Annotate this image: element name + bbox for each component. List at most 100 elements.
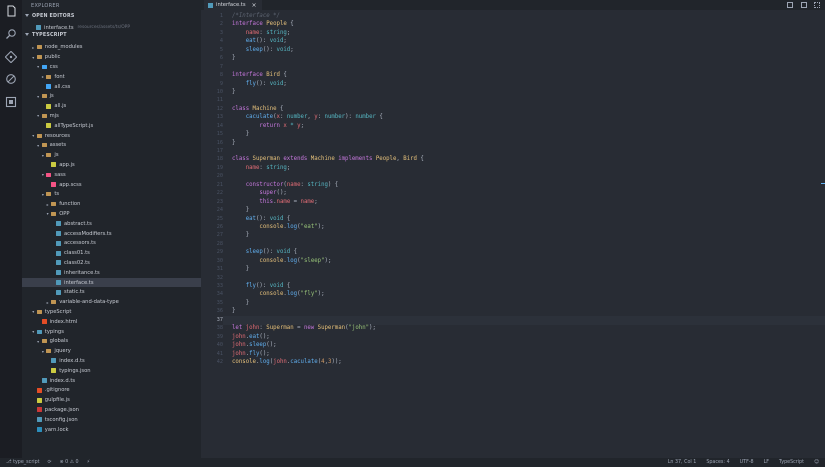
tree-file[interactable]: accessors.ts bbox=[22, 239, 201, 249]
tree-folder[interactable]: ▾ typeScript bbox=[22, 307, 201, 317]
tree-file[interactable]: app.scss bbox=[22, 180, 201, 190]
tree-folder[interactable]: ▸ function bbox=[22, 199, 201, 209]
tree-item-label: typings bbox=[44, 328, 64, 335]
tree-folder[interactable]: ▾ typings bbox=[22, 327, 201, 337]
branch-item[interactable]: ⎇ type_script bbox=[6, 460, 40, 465]
tree-file[interactable]: tsconfig.json bbox=[22, 415, 201, 425]
code-token: People bbox=[266, 21, 287, 28]
line-number: 10 bbox=[216, 88, 223, 95]
tree-file[interactable]: gulpfile.js bbox=[22, 395, 201, 405]
tree-folder[interactable]: ▾ OPP bbox=[22, 209, 201, 219]
tab-interface-ts[interactable]: interface.ts × bbox=[204, 0, 262, 10]
tree-folder[interactable]: ▾ assets bbox=[22, 141, 201, 151]
code-token: void bbox=[269, 215, 284, 222]
project-header[interactable]: TYPESCRIPT bbox=[25, 33, 67, 38]
more-icon[interactable] bbox=[814, 2, 820, 8]
split-editor-icon[interactable] bbox=[801, 2, 807, 8]
files-icon[interactable] bbox=[4, 4, 18, 18]
code-token: ; bbox=[314, 198, 318, 205]
ts-file-icon bbox=[56, 280, 61, 286]
open-editors-header[interactable]: OPEN EDITORS bbox=[25, 14, 75, 19]
encoding[interactable]: UTF-8 bbox=[740, 460, 754, 465]
tree-folder[interactable]: ▾ resources bbox=[22, 131, 201, 141]
tree-folder[interactable]: ▾ public bbox=[22, 52, 201, 62]
tree-file[interactable]: package.json bbox=[22, 405, 201, 415]
code-token: void bbox=[276, 249, 291, 256]
extensions-icon[interactable] bbox=[4, 95, 18, 109]
tree-folder[interactable]: ▾ js bbox=[22, 92, 201, 102]
search-icon[interactable] bbox=[4, 27, 18, 41]
tree-folder[interactable]: ▸ variable-and-data-type bbox=[22, 297, 201, 307]
code-line: class Superman extends Machine implement… bbox=[232, 155, 424, 163]
tree-folder[interactable]: ▾ js bbox=[22, 150, 201, 160]
code-token: /*Interface */ bbox=[232, 13, 280, 19]
typescript-file-icon bbox=[36, 25, 41, 31]
tree-file[interactable]: all.css bbox=[22, 82, 201, 92]
line-number: 39 bbox=[216, 333, 223, 340]
tree-file[interactable]: index.d.ts bbox=[22, 356, 201, 366]
lightning-icon[interactable]: ⚡ bbox=[87, 460, 90, 465]
code-token: ; bbox=[290, 46, 294, 53]
tree-item-label: all.js bbox=[54, 103, 67, 110]
tree-file[interactable]: yarn.lock bbox=[22, 425, 201, 435]
tree-item-label: function bbox=[59, 201, 81, 208]
debug-icon[interactable] bbox=[4, 72, 18, 86]
tree-folder[interactable]: ▾ jquery bbox=[22, 346, 201, 356]
tree-file[interactable]: typings.json bbox=[22, 366, 201, 376]
tree-file[interactable]: class02.ts bbox=[22, 258, 201, 268]
tree-file[interactable]: inheritance.ts bbox=[22, 268, 201, 278]
tree-file[interactable]: app.js bbox=[22, 160, 201, 170]
open-editor-item[interactable]: interface.ts resources/assets/ts/OPP bbox=[22, 23, 201, 33]
tree-file[interactable]: allTypeScript.js bbox=[22, 121, 201, 131]
tree-folder[interactable]: ▸ font bbox=[22, 72, 201, 82]
ts-file-icon bbox=[36, 417, 42, 423]
code-line: } bbox=[232, 130, 424, 138]
tree-file[interactable]: class01.ts bbox=[22, 248, 201, 258]
js-file-icon bbox=[51, 162, 57, 168]
sync-icon[interactable]: ⟳ bbox=[48, 460, 52, 465]
code-token: ; bbox=[283, 80, 287, 87]
code-token: string bbox=[266, 164, 287, 171]
tree-file[interactable]: all.js bbox=[22, 101, 201, 111]
tree-folder[interactable]: ▾ ts bbox=[22, 190, 201, 200]
source-control-icon[interactable] bbox=[4, 50, 18, 64]
close-icon[interactable]: × bbox=[252, 2, 257, 9]
tree-file[interactable]: interface.ts bbox=[22, 277, 201, 288]
tree-file[interactable]: index.html bbox=[22, 317, 201, 327]
code-token: void bbox=[269, 283, 284, 289]
feedback-icon[interactable]: ☺ bbox=[814, 460, 819, 465]
line-number: 38 bbox=[216, 325, 223, 332]
code-editor[interactable]: /*Interface */interface People { name: s… bbox=[232, 12, 424, 366]
tree-file[interactable]: static.ts bbox=[22, 288, 201, 298]
tree-folder[interactable]: ▾ css bbox=[22, 62, 201, 72]
folder-icon bbox=[46, 172, 52, 177]
tree-folder[interactable]: ▾ mjs bbox=[22, 111, 201, 121]
tree-item-label: all.css bbox=[54, 83, 71, 90]
tree-folder[interactable]: ▾ globals bbox=[22, 337, 201, 347]
typescript-file-icon bbox=[208, 2, 213, 8]
code-line: console.log("fly"); bbox=[232, 290, 424, 298]
line-number: 30 bbox=[216, 257, 223, 264]
tree-file[interactable]: .gitignore bbox=[22, 386, 201, 396]
cursor-position[interactable]: Ln 37, Col 1 bbox=[668, 460, 697, 465]
compare-icon[interactable] bbox=[787, 2, 793, 8]
chevron-down-icon: ▾ bbox=[46, 211, 49, 217]
code-line: eat(): void; bbox=[232, 37, 424, 45]
activity-bar bbox=[0, 0, 22, 458]
chevron-right-icon: ▸ bbox=[41, 74, 44, 80]
explorer-title: EXPLORER bbox=[31, 3, 60, 9]
tree-file[interactable]: index.d.ts bbox=[22, 376, 201, 386]
line-ending[interactable]: LF bbox=[764, 460, 769, 465]
code-token: { bbox=[375, 114, 383, 121]
tree-folder[interactable]: ▸ node_modules bbox=[22, 43, 201, 53]
language-mode[interactable]: TypeScript bbox=[779, 460, 804, 465]
tree-folder[interactable]: ▾ sass bbox=[22, 170, 201, 180]
line-number: 13 bbox=[216, 114, 223, 121]
tree-file[interactable]: accessModifiers.ts bbox=[22, 229, 201, 239]
tree-item-label: OPP bbox=[59, 210, 70, 217]
indentation[interactable]: Spaces: 4 bbox=[706, 460, 729, 465]
ts-file-icon bbox=[56, 221, 61, 227]
problems-item[interactable]: ⊗ 0 ⚠ 0 bbox=[60, 460, 79, 465]
tree-file[interactable]: abstract.ts bbox=[22, 219, 201, 229]
